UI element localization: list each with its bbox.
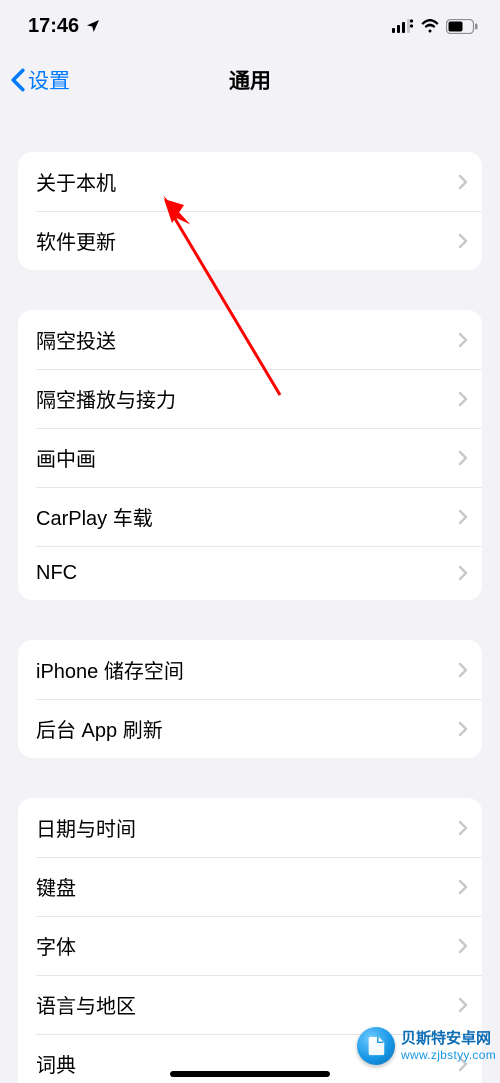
settings-row-bgapp[interactable]: 后台 App 刷新 <box>18 699 482 758</box>
row-label: 隔空投送 <box>36 325 116 354</box>
chevron-right-icon <box>458 450 468 466</box>
home-indicator <box>170 1071 330 1077</box>
row-label: 隔空播放与接力 <box>36 384 176 413</box>
status-right <box>392 19 478 34</box>
chevron-right-icon <box>458 938 468 954</box>
watermark-url: www.zjbstyy.com <box>401 1048 496 1062</box>
settings-row-lang[interactable]: 语言与地区 <box>18 975 482 1034</box>
settings-group: 隔空投送隔空播放与接力画中画 CarPlay 车载 NFC <box>18 310 482 600</box>
chevron-right-icon <box>458 233 468 249</box>
settings-row-airdrop[interactable]: 隔空投送 <box>18 310 482 369</box>
back-label: 设置 <box>28 65 70 95</box>
settings-content: 关于本机软件更新隔空投送隔空播放与接力画中画 CarPlay 车载 NFC iPhon… <box>0 152 500 1083</box>
battery-icon <box>446 19 478 34</box>
chevron-right-icon <box>458 997 468 1013</box>
chevron-right-icon <box>458 174 468 190</box>
chevron-right-icon <box>458 820 468 836</box>
row-label: 画中画 <box>36 443 96 472</box>
back-button[interactable]: 设置 <box>10 65 70 95</box>
chevron-right-icon <box>458 662 468 678</box>
row-label: CarPlay 车载 <box>36 502 153 531</box>
settings-row-update[interactable]: 软件更新 <box>18 211 482 270</box>
watermark-logo-icon <box>357 1027 395 1065</box>
watermark-title: 贝斯特安卓网 <box>401 1030 496 1048</box>
settings-row-nfc[interactable]: NFC <box>18 546 482 600</box>
chevron-left-icon <box>10 68 26 92</box>
chevron-right-icon <box>458 565 468 581</box>
row-label: 字体 <box>36 931 76 960</box>
settings-row-keyboard[interactable]: 键盘 <box>18 857 482 916</box>
chevron-right-icon <box>458 721 468 737</box>
settings-row-about[interactable]: 关于本机 <box>18 152 482 211</box>
status-bar: 17:46 <box>0 0 500 52</box>
settings-row-airplay[interactable]: 隔空播放与接力 <box>18 369 482 428</box>
watermark: 贝斯特安卓网 www.zjbstyy.com <box>357 1027 496 1065</box>
row-label: 语言与地区 <box>36 990 136 1019</box>
chevron-right-icon <box>458 879 468 895</box>
chevron-right-icon <box>458 509 468 525</box>
page-title: 通用 <box>0 65 500 95</box>
settings-group: iPhone 储存空间后台 App 刷新 <box>18 640 482 758</box>
wifi-icon <box>420 19 440 33</box>
row-label: iPhone 储存空间 <box>36 655 184 684</box>
settings-row-pip[interactable]: 画中画 <box>18 428 482 487</box>
row-label: 关于本机 <box>36 167 116 196</box>
settings-row-storage[interactable]: iPhone 储存空间 <box>18 640 482 699</box>
status-left: 17:46 <box>28 15 101 38</box>
settings-group: 关于本机软件更新 <box>18 152 482 270</box>
row-label: 日期与时间 <box>36 813 136 842</box>
location-icon <box>85 18 101 34</box>
settings-row-datetime[interactable]: 日期与时间 <box>18 798 482 857</box>
status-time: 17:46 <box>28 15 79 38</box>
nav-bar: 设置 通用 <box>0 52 500 108</box>
chevron-right-icon <box>458 332 468 348</box>
settings-row-fonts[interactable]: 字体 <box>18 916 482 975</box>
row-label: 软件更新 <box>36 226 116 255</box>
chevron-right-icon <box>458 391 468 407</box>
row-label: NFC <box>36 562 77 585</box>
row-label: 词典 <box>36 1049 76 1078</box>
cellular-icon <box>392 19 414 33</box>
row-label: 后台 App 刷新 <box>36 714 163 743</box>
settings-row-carplay[interactable]: CarPlay 车载 <box>18 487 482 546</box>
row-label: 键盘 <box>36 872 76 901</box>
